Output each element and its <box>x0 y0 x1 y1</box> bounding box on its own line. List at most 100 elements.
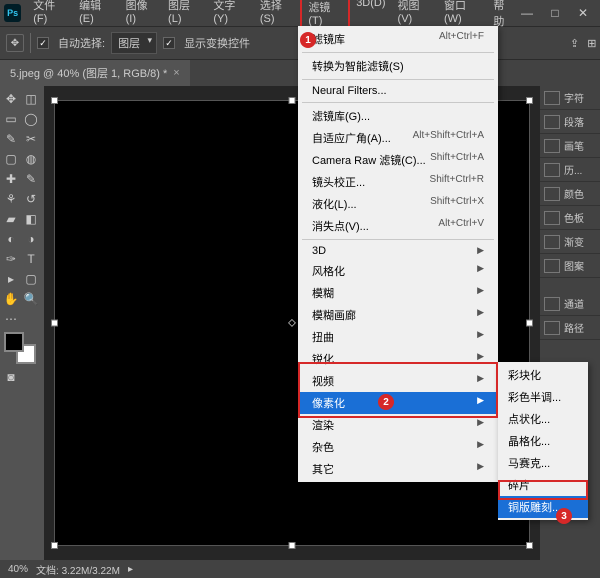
menu-item[interactable]: 其它▶ <box>298 458 498 480</box>
transform-handle[interactable] <box>289 97 296 104</box>
share-icon[interactable]: ⇪ <box>570 37 579 50</box>
menu-item[interactable]: 视频▶ <box>298 370 498 392</box>
lasso-tool[interactable]: ◯ <box>22 110 40 128</box>
menu-item[interactable]: 液化(L)...Shift+Ctrl+X <box>298 193 498 215</box>
transform-center[interactable]: ◇ <box>288 318 296 329</box>
eyedropper-tool[interactable]: ◍ <box>22 150 40 168</box>
panel-icon <box>544 321 560 335</box>
blur-tool[interactable]: ◐ <box>2 230 20 248</box>
edit-toolbar[interactable]: ⋯ <box>2 310 20 328</box>
menu-item[interactable]: Camera Raw 滤镜(C)...Shift+Ctrl+A <box>298 149 498 171</box>
close-button[interactable]: ✕ <box>576 6 590 20</box>
menu-item[interactable]: 自适应广角(A)...Alt+Shift+Ctrl+A <box>298 127 498 149</box>
submenu-item[interactable]: 马赛克... <box>498 452 588 474</box>
menu-item[interactable]: Neural Filters... <box>298 82 498 100</box>
menu-编辑[interactable]: 编辑(E) <box>73 0 119 33</box>
history-brush-tool[interactable]: ↺ <box>22 190 40 208</box>
marquee-tool[interactable]: ▭ <box>2 110 20 128</box>
auto-select-checkbox[interactable]: ✓ <box>37 37 49 49</box>
menu-item[interactable]: 杂色▶ <box>298 436 498 458</box>
menu-图层[interactable]: 图层(L) <box>162 0 207 33</box>
transform-handle[interactable] <box>526 542 533 549</box>
quick-select-tool[interactable]: ✎ <box>2 130 20 148</box>
zoom-tool[interactable]: 🔍 <box>22 290 40 308</box>
panel-tab[interactable]: 历... <box>540 158 600 182</box>
document-tab[interactable]: 5.jpeg @ 40% (图层 1, RGB/8) * × <box>0 60 190 86</box>
path-select-tool[interactable]: ▸ <box>2 270 20 288</box>
menu-item[interactable]: 模糊画廊▶ <box>298 304 498 326</box>
hand-tool[interactable]: ✋ <box>2 290 20 308</box>
transform-handle[interactable] <box>526 97 533 104</box>
submenu-item[interactable]: 碎片 <box>498 474 588 496</box>
menu-图像[interactable]: 图像(I) <box>120 0 162 33</box>
dodge-tool[interactable]: ◑ <box>22 230 40 248</box>
move-tool[interactable]: ✥ <box>2 90 20 108</box>
submenu-item[interactable]: 彩块化 <box>498 364 588 386</box>
panel-tab[interactable]: 字符 <box>540 86 600 110</box>
clone-stamp-tool[interactable]: ⚘ <box>2 190 20 208</box>
close-tab-icon[interactable]: × <box>173 67 179 79</box>
menu-item[interactable]: 渲染▶ <box>298 414 498 436</box>
doc-info[interactable]: 文档: 3.22M/3.22M <box>36 562 120 577</box>
submenu-item[interactable]: 晶格化... <box>498 430 588 452</box>
zoom-level[interactable]: 40% <box>8 564 28 575</box>
panel-icon <box>544 211 560 225</box>
panel-tab[interactable]: 色板 <box>540 206 600 230</box>
menu-item[interactable]: 风格化▶ <box>298 260 498 282</box>
submenu-item[interactable]: 铜版雕刻... <box>498 496 588 518</box>
panel-tab[interactable]: 渐变 <box>540 230 600 254</box>
panel-tab[interactable]: 段落 <box>540 110 600 134</box>
menu-item[interactable]: 滤镜库Alt+Ctrl+F <box>298 28 498 50</box>
search-icon[interactable]: ⊞ <box>587 37 596 50</box>
panel-label: 段落 <box>564 114 584 129</box>
shape-tool[interactable]: ▢ <box>22 270 40 288</box>
panel-label: 通道 <box>564 296 584 311</box>
minimize-button[interactable]: — <box>520 6 534 20</box>
heal-brush-tool[interactable]: ✚ <box>2 170 20 188</box>
submenu-item[interactable]: 彩色半调... <box>498 386 588 408</box>
transform-handle[interactable] <box>526 320 533 327</box>
panel-icon <box>544 235 560 249</box>
transform-handle[interactable] <box>51 542 58 549</box>
menu-选择[interactable]: 选择(S) <box>254 0 300 33</box>
type-tool[interactable]: T <box>22 250 40 268</box>
auto-select-dropdown[interactable]: 图层 <box>111 32 157 54</box>
eraser-tool[interactable]: ▰ <box>2 210 20 228</box>
menu-item[interactable]: 镜头校正...Shift+Ctrl+R <box>298 171 498 193</box>
panel-tab[interactable]: 通道 <box>540 292 600 316</box>
pen-tool[interactable]: ✑ <box>2 250 20 268</box>
menu-item[interactable]: 扭曲▶ <box>298 326 498 348</box>
menu-item[interactable]: 转换为智能滤镜(S) <box>298 55 498 77</box>
menu-item[interactable]: 消失点(V)...Alt+Ctrl+V <box>298 215 498 237</box>
color-swatches[interactable] <box>2 332 42 366</box>
window-controls: — □ ✕ <box>520 6 596 20</box>
move-tool-icon[interactable]: ✥ <box>6 34 24 52</box>
crop-tool[interactable]: ✂ <box>22 130 40 148</box>
menu-文字[interactable]: 文字(Y) <box>207 0 253 33</box>
foreground-swatch[interactable] <box>4 332 24 352</box>
menu-item[interactable]: 锐化▶ <box>298 348 498 370</box>
gradient-tool[interactable]: ◧ <box>22 210 40 228</box>
panel-tab[interactable]: 路径 <box>540 316 600 340</box>
transform-handle[interactable] <box>51 320 58 327</box>
transform-handle[interactable] <box>51 97 58 104</box>
panel-icon <box>544 297 560 311</box>
frame-tool[interactable]: ▢ <box>2 150 20 168</box>
artboard-tool[interactable]: ◫ <box>22 90 40 108</box>
panel-label: 渐变 <box>564 234 584 249</box>
maximize-button[interactable]: □ <box>548 6 562 20</box>
menu-文件[interactable]: 文件(F) <box>27 0 73 33</box>
menu-item[interactable]: 3D▶ <box>298 242 498 260</box>
panel-tab[interactable]: 画笔 <box>540 134 600 158</box>
show-transform-checkbox[interactable]: ✓ <box>163 37 175 49</box>
menu-item[interactable]: 像素化▶ <box>298 392 498 414</box>
brush-tool[interactable]: ✎ <box>22 170 40 188</box>
quick-mask-toggle[interactable]: ◙ <box>2 368 20 386</box>
menu-item[interactable]: 滤镜库(G)... <box>298 105 498 127</box>
submenu-item[interactable]: 点状化... <box>498 408 588 430</box>
panel-tab[interactable]: 颜色 <box>540 182 600 206</box>
transform-handle[interactable] <box>289 542 296 549</box>
panel-tab[interactable]: 图案 <box>540 254 600 278</box>
menu-item[interactable]: 模糊▶ <box>298 282 498 304</box>
doc-info-arrow[interactable]: ▸ <box>128 564 133 575</box>
